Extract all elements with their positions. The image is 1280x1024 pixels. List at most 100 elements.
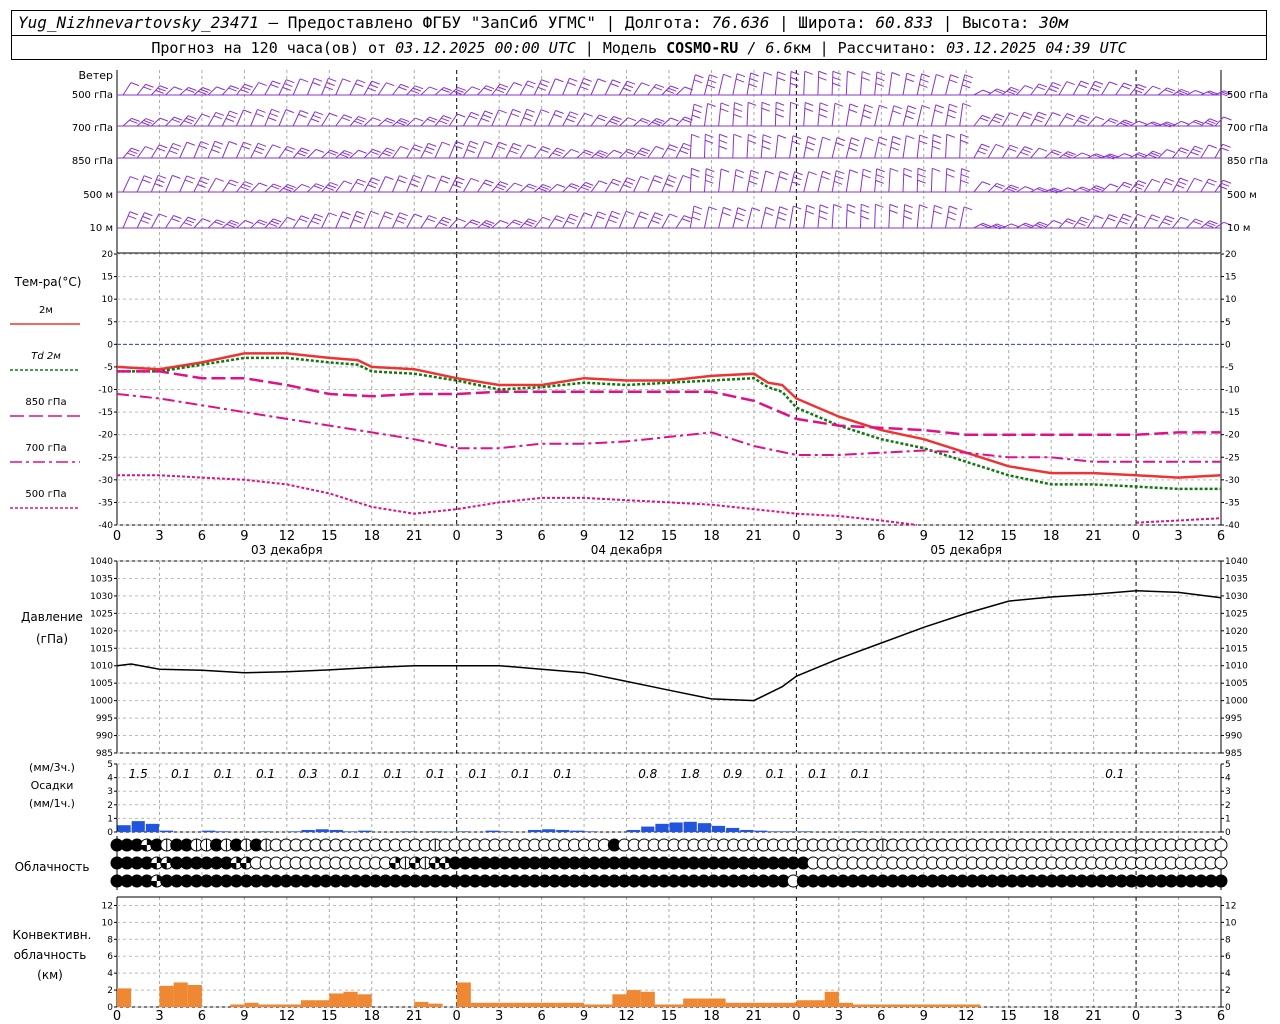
wind-barb bbox=[391, 175, 408, 193]
wind-barb-feather bbox=[695, 74, 704, 79]
wind-barb-feather bbox=[269, 112, 279, 117]
wind-barb-staff bbox=[590, 211, 599, 229]
wind-barb-feather bbox=[1165, 177, 1175, 182]
wind-barb-feather bbox=[960, 139, 969, 144]
wind-barb bbox=[207, 111, 224, 127]
wind-barb-feather bbox=[693, 205, 703, 210]
wind-barb-feather bbox=[1064, 116, 1074, 121]
wind-barb-feather bbox=[145, 83, 154, 88]
wind-barb-staff bbox=[959, 103, 964, 127]
wind-barb bbox=[306, 213, 324, 229]
wind-barb-feather bbox=[1053, 149, 1062, 154]
precip-bar bbox=[301, 829, 315, 832]
wind-barb-feather bbox=[569, 111, 579, 116]
wind-barb-feather bbox=[414, 85, 424, 90]
wind-barb-feather bbox=[1180, 216, 1189, 221]
wind-barb-feather bbox=[818, 76, 827, 81]
wind-barb-feather bbox=[188, 87, 197, 91]
wind-barb-staff bbox=[250, 109, 258, 127]
wind-barb-feather bbox=[313, 185, 322, 190]
y-tick-label: -30 bbox=[1225, 476, 1240, 486]
wind-barb-feather bbox=[861, 203, 870, 208]
precip-bar bbox=[358, 830, 372, 832]
wind-barb-feather bbox=[485, 179, 494, 184]
y-tick-label: 1040 bbox=[1225, 557, 1248, 567]
conv-bar bbox=[697, 998, 712, 1007]
wind-barb-feather bbox=[510, 113, 520, 118]
wind-barb-feather bbox=[748, 83, 758, 88]
conv-bar bbox=[824, 991, 839, 1007]
wind-barb-feather bbox=[555, 110, 564, 114]
wind-barb bbox=[789, 205, 802, 229]
wind-barb-feather bbox=[580, 186, 590, 191]
wind-barb-feather bbox=[581, 82, 591, 86]
wind-barb-feather bbox=[1151, 214, 1161, 219]
wind-barb-feather bbox=[298, 113, 307, 118]
wind-barb-feather bbox=[762, 134, 772, 139]
wind-barb-feather bbox=[372, 117, 381, 122]
wind-barb bbox=[1129, 180, 1147, 193]
wind-barb-staff bbox=[831, 103, 836, 127]
y-tick-label: -30 bbox=[98, 476, 113, 486]
wind-barb-feather bbox=[612, 79, 621, 84]
wind-barb-staff bbox=[406, 213, 415, 229]
conv-bar bbox=[768, 1002, 783, 1007]
wind-barb-staff bbox=[122, 176, 131, 193]
wind-barb bbox=[633, 117, 651, 127]
wind-barb bbox=[633, 175, 649, 193]
wind-barb-feather bbox=[610, 83, 619, 88]
wind-barb-feather bbox=[354, 215, 364, 219]
wind-barb bbox=[420, 174, 436, 193]
wind-barb-feather bbox=[805, 146, 814, 151]
wind-barb bbox=[1157, 87, 1176, 96]
precip-bar bbox=[782, 831, 796, 832]
wind-barb-feather bbox=[669, 213, 678, 218]
wind-barb-feather bbox=[683, 142, 692, 147]
wind-barb-feather bbox=[627, 148, 637, 153]
wind-barb-feather bbox=[1135, 86, 1145, 91]
wind-barb bbox=[959, 168, 970, 193]
precip-value-label: 1.5 bbox=[129, 767, 148, 781]
conv-bar bbox=[923, 1004, 938, 1007]
wind-barb bbox=[377, 117, 396, 127]
wind-barb bbox=[619, 148, 637, 159]
wind-barb-feather bbox=[860, 215, 870, 220]
wind-barb-feather bbox=[917, 179, 926, 184]
wind-barb bbox=[533, 184, 552, 193]
wind-barb-feather bbox=[790, 76, 799, 81]
wind-barb bbox=[1115, 153, 1133, 159]
wind-barb bbox=[1200, 220, 1218, 229]
wind-barb-feather bbox=[342, 151, 351, 156]
wind-barb bbox=[888, 167, 899, 193]
wind-barb bbox=[264, 218, 282, 229]
wind-barb bbox=[250, 82, 267, 96]
wind-barb-feather bbox=[185, 219, 195, 224]
wind-barb bbox=[179, 141, 195, 159]
wind-barb bbox=[207, 177, 224, 193]
wind-barb-feather bbox=[141, 121, 150, 126]
wind-barb-feather bbox=[665, 89, 675, 94]
wind-barb-feather bbox=[244, 181, 253, 186]
wind-barb-feather bbox=[143, 175, 153, 180]
wind-barb-feather bbox=[145, 118, 155, 123]
wind-barb-staff bbox=[859, 137, 866, 159]
wind-barb-feather bbox=[669, 144, 678, 149]
wind-barb bbox=[1143, 178, 1161, 193]
wind-barb-feather bbox=[961, 168, 970, 173]
wind-barb-feather bbox=[723, 206, 732, 211]
precip-unit-1h: (мм/1ч.) bbox=[29, 797, 75, 810]
wind-barb-staff bbox=[916, 105, 923, 127]
wind-barb-staff bbox=[1186, 178, 1195, 193]
wind-barb-staff bbox=[179, 175, 188, 193]
wind-barb-feather bbox=[641, 147, 651, 152]
wind-barb-feather bbox=[612, 178, 622, 183]
wind-barb bbox=[590, 114, 608, 127]
y-tick-label: 1025 bbox=[1225, 609, 1248, 619]
wind-barb-feather bbox=[736, 212, 745, 217]
wind-barb bbox=[1044, 112, 1061, 127]
wind-barb-staff bbox=[462, 112, 472, 127]
wind-level-label-right: 500 гПа bbox=[1227, 90, 1268, 101]
wind-barb-feather bbox=[777, 134, 787, 139]
wind-barb-feather bbox=[1052, 112, 1061, 117]
conv-bar bbox=[499, 1002, 514, 1007]
